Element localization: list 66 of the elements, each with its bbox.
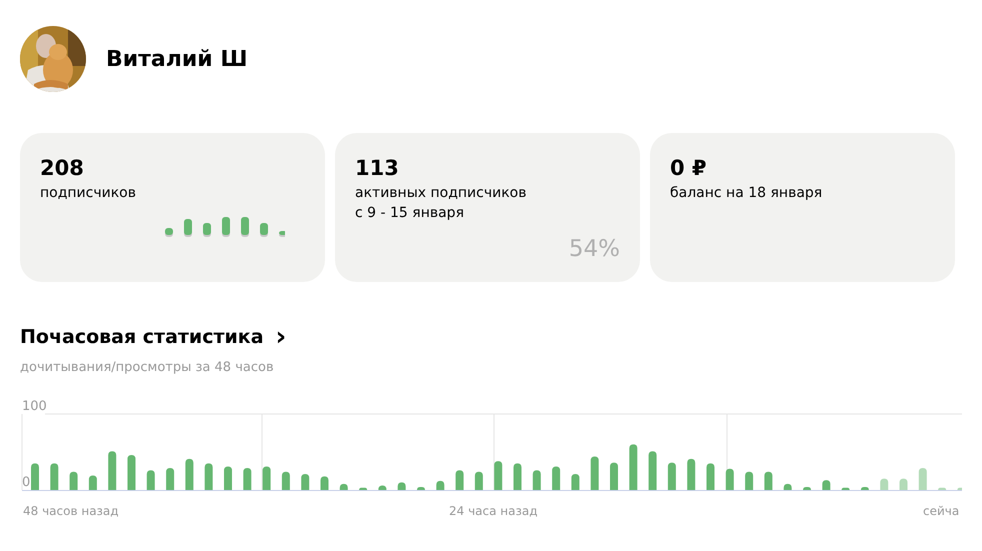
chart-bar [378,485,386,490]
chart-bar [745,472,754,490]
chart-bar [436,480,444,490]
axis-label: 100 [22,399,47,414]
chart-bar [166,468,174,490]
chart-bar [610,462,618,490]
chart-bar [70,472,78,490]
stat-value: 208 [40,155,85,181]
chart-bar [243,468,252,490]
chart-bar [398,482,406,490]
chart-bar [108,451,116,490]
chart-bar [880,478,888,490]
chart-bar [900,478,908,490]
chart-bar [301,474,310,490]
axis-label: 0 [22,475,30,490]
chart-bar [706,463,714,490]
chart-bar [938,488,946,490]
percent-value: 54% [568,236,620,262]
chart-bar [224,466,232,490]
chart-bar [320,476,328,490]
stat-label: подписчиков [40,184,137,203]
chart-bar [764,472,772,490]
chart-bar [918,468,927,490]
chart-bar [494,461,502,490]
chart-bar [514,463,522,490]
chart-bar [784,484,792,490]
stat-value: 0 ₽ [670,155,708,181]
chart-bar [532,470,541,490]
chart-bar [456,470,464,490]
chevron-icon[interactable]: › [276,327,286,347]
axis-label: сейча [923,504,960,518]
chart-bar [88,476,97,490]
chart-bar [687,458,696,490]
stat-label: активных подписчиков [355,184,528,203]
chart-bar [359,488,368,490]
chart-bar [860,486,869,490]
stat-value: 113 [355,155,400,181]
chart-bar [726,468,734,490]
chart-bar [822,480,830,490]
chart-bar [204,463,213,490]
chart-bar [282,472,290,490]
chart-bar [185,458,194,490]
chart-bar [50,463,58,490]
chart-bar [571,474,580,490]
chart-bar [590,456,599,490]
chart-bar [957,488,962,490]
chart-bar [474,472,483,490]
chart-bar [648,451,657,490]
user-name: Виталий Ш [106,46,248,72]
axis-label: 24 часа назад [449,504,538,518]
chart-bar [803,486,811,490]
chart-bar [146,470,155,490]
stat-period: с 9 - 15 января [355,204,465,223]
chart-bar [417,486,425,490]
section-subtitle: дочитывания/просмотры за 48 часов [20,360,275,375]
chart-bar [31,463,39,490]
chart-bar [629,444,638,490]
section-title[interactable]: Почасовая статистика [20,326,264,348]
chart-bar [552,466,560,490]
chart-bar [340,484,348,490]
chart-bar [128,455,136,490]
chart-bar [262,466,271,490]
stat-label: баланс на 18 января [670,184,824,203]
chart-bar [842,488,850,490]
chart-bar [668,462,676,490]
axis-label: 48 часов назад [23,504,119,518]
